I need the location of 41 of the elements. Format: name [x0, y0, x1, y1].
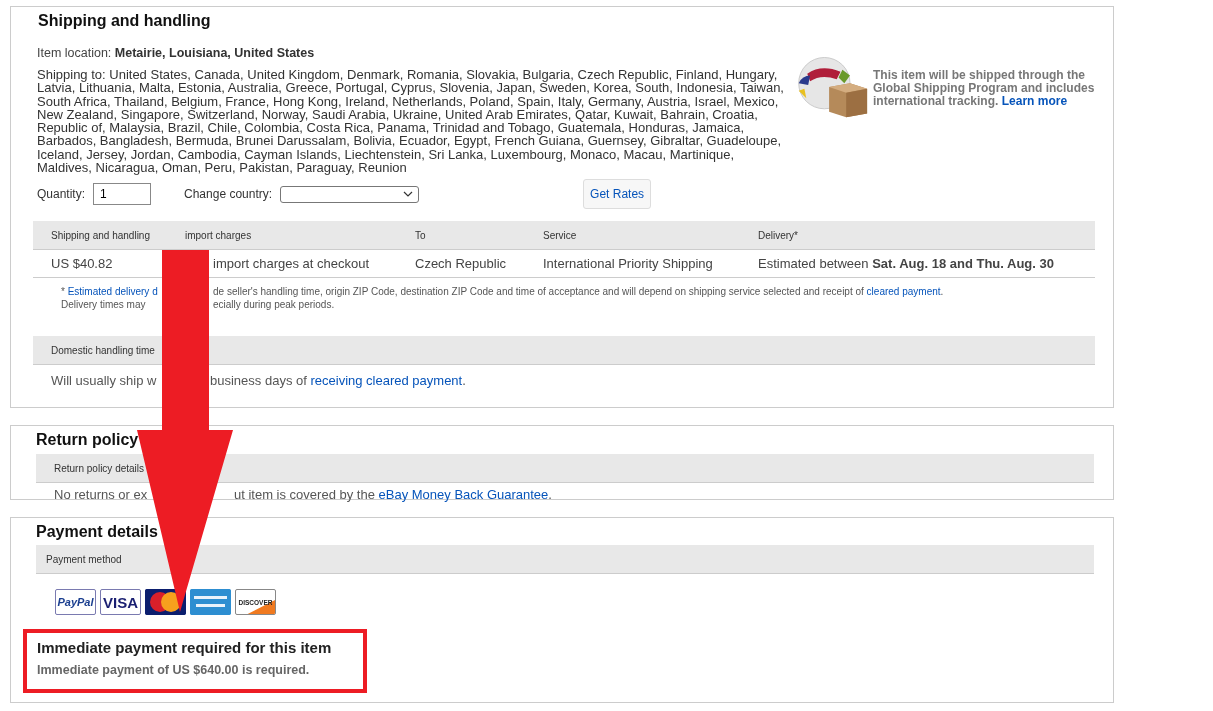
footnote-text: de seller's handling time, origin ZIP Code, destination ZIP Code and time of acceptance and will depend on shipping service selected and receipt of cleared payment.	[213, 285, 945, 299]
link[interactable]: cleared payment	[866, 286, 941, 298]
quantity-field[interactable]: 1	[93, 183, 152, 206]
quantity-label: Quantity:	[37, 187, 86, 202]
shipping-countries: Shipping to: United States, Canada, United Kingdom, Denmark, Romania, Slovakia, Bulgaria, Czech Republic, Finland, Hungary, Latvia, Lithuania, Malta, Estonia, Australia, Greece, Portugal, Cyprus, Slovenia, Japan, Sweden, Korea, South, Indonesia, Taiwan, South Africa, Thailand, Belgium, France, Hong Kong, Ireland, Netherlands, Poland, Spain, Italy, Germany, Austria, Israel, Mexico, New Zealand, Singapore, Switzerland, Norway, Saudi Arabia, Ukraine, United Arab Emirates, Qatar, Kuwait, Bahrain, Croatia, Republic of, Malaysia, Brazil, Chile, Colombia, Costa Rica, Panama, Trinidad and Tobago, Guatemala, Honduras, Jamaica, Barbados, Bangladesh, Bermuda, Brunei Darussalam, Bolivia, Ecuador, Egypt, French Guiana, Guernsey, Gibraltar, Guadeloupe, Iceland, Jersey, Jordan, Cambodia, Cayman Islands, Liechtenstein, Sri Lanka, Luxembourg, Monaco, Macau, Martinique, Maldives, Nicaragua, Oman, Peru, Pakistan, Paraguay, Reunion	[37, 68, 785, 175]
item-location: Item location: Metairie, Louisiana, United States	[37, 46, 316, 60]
card-logo: VISA	[100, 589, 141, 615]
table-cell-text: International Priority Shipping	[543, 256, 714, 272]
global-shipping-note: This item will be shipped through the Global Shipping Program and includes international tracking. Learn more	[873, 69, 1096, 108]
card-logo-icon	[190, 589, 231, 615]
card-logo: PayPal	[55, 589, 96, 615]
return-policy-text: No returns or ex	[54, 487, 149, 502]
table-cell-text: import charges at checkout	[212, 256, 371, 272]
table-cell: Estimated between Sat. Aug. 18 and Thu. Aug. 30	[758, 256, 1054, 272]
section-title: Return policy	[36, 431, 140, 449]
section-title: Payment details	[36, 523, 159, 541]
handling-text: business days of receiving cleared payment.	[210, 373, 467, 389]
column-header: Payment method	[45, 553, 122, 565]
caret-icon	[403, 191, 414, 198]
get-rates-button[interactable]: Get Rates	[583, 179, 652, 210]
notice-title: Immediate payment required for this item	[37, 639, 333, 656]
column-header: Return policy details	[53, 462, 145, 474]
column-header: Shipping and handling	[50, 229, 151, 241]
footnote-text: ecially during peak periods.	[213, 298, 336, 312]
country-dropdown[interactable]	[280, 185, 420, 203]
column-header: To	[415, 229, 427, 241]
learn-more-link[interactable]: Learn more	[1001, 94, 1068, 108]
table-cell-text: Czech Republic	[415, 256, 508, 272]
notice-text: Immediate payment of US $640.00 is required.	[37, 663, 311, 677]
footnote-text: Delivery times may	[61, 298, 147, 312]
link[interactable]: Estimated delivery d	[67, 286, 158, 298]
column-header: Delivery*	[758, 229, 798, 241]
column-header: Service	[543, 229, 578, 241]
country-label: Change country:	[184, 187, 273, 202]
column-header: Domestic handling time	[50, 344, 155, 356]
column-header: import charges	[185, 229, 253, 241]
handling-text: Will usually ship w	[51, 373, 158, 389]
return-policy-text: ut item is covered by the eBay Money Back Guarantee.	[234, 487, 553, 502]
table-cell-text: US $40.82	[50, 256, 114, 272]
footnote-text: * Estimated delivery d	[61, 285, 159, 299]
section-title: Shipping and handling	[38, 12, 212, 30]
